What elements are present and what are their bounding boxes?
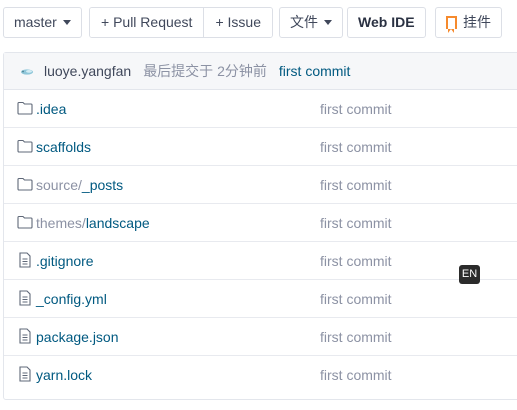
file-name-link[interactable]: package.json	[36, 329, 119, 345]
web-ide-button[interactable]: Web IDE	[347, 7, 426, 38]
file-row[interactable]: .gitignore first commit	[4, 242, 517, 280]
path-prefix: source/	[36, 177, 82, 193]
file-name-link[interactable]: _config.yml	[36, 291, 107, 307]
latest-commit-bar: luoye.yangfan 最后提交于 2分钟前 first commit	[4, 53, 517, 90]
file-name: package.json	[36, 329, 119, 345]
file-name-link[interactable]: yarn.lock	[36, 367, 92, 383]
pendant-label: 挂件	[463, 14, 491, 30]
folder-icon	[17, 139, 33, 156]
file-name: yarn.lock	[36, 367, 93, 383]
file-name: _config.yml	[36, 291, 107, 307]
chevron-down-icon	[324, 20, 332, 25]
file-row[interactable]: .idea first commit	[4, 90, 517, 128]
file-name: .idea	[36, 101, 67, 117]
file-row[interactable]: themes/landscape first commit	[4, 204, 517, 242]
pendant-button[interactable]: 挂件	[435, 7, 502, 38]
file-commit-message[interactable]: first commit	[320, 139, 392, 155]
commit-message-link[interactable]: first commit	[279, 63, 351, 79]
folder-icon	[17, 177, 33, 194]
file-name: .gitignore	[36, 253, 94, 269]
file-tree-table: luoye.yangfan 最后提交于 2分钟前 first commit .i…	[3, 52, 517, 400]
file-name: landscape	[85, 215, 150, 231]
create-button-group: + Pull Request + Issue	[89, 7, 273, 38]
file-row[interactable]: scaffolds first commit	[4, 128, 517, 166]
file-row[interactable]: yarn.lock first commit	[4, 356, 517, 394]
folder-icon	[17, 215, 33, 232]
commit-author[interactable]: luoye.yangfan	[44, 63, 131, 79]
file-commit-message[interactable]: first commit	[320, 101, 392, 117]
file-commit-message[interactable]: first commit	[320, 291, 392, 307]
repo-toolbar: master + Pull Request + Issue 文件 Web IDE…	[0, 0, 517, 45]
file-menu-label: 文件	[290, 14, 318, 30]
new-issue-button[interactable]: + Issue	[203, 8, 272, 37]
file-commit-message[interactable]: first commit	[320, 367, 392, 383]
file-name-link[interactable]: source/_posts	[36, 177, 123, 193]
file-name-link[interactable]: .gitignore	[36, 253, 94, 269]
file-icon	[18, 290, 32, 309]
file-name-link[interactable]: scaffolds	[36, 139, 91, 155]
file-name: _posts	[81, 177, 124, 193]
file-row[interactable]: package.json first commit	[4, 318, 517, 356]
file-name-link[interactable]: themes/landscape	[36, 215, 150, 231]
folder-icon	[17, 101, 33, 118]
file-name: scaffolds	[36, 139, 91, 155]
file-list: .idea first commit scaffolds first commit so…	[4, 90, 517, 394]
file-row[interactable]: source/_posts first commit	[4, 166, 517, 204]
ime-indicator: EN	[459, 265, 480, 284]
file-commit-message[interactable]: first commit	[320, 253, 392, 269]
bookmark-icon	[446, 16, 457, 33]
file-commit-message[interactable]: first commit	[320, 215, 392, 231]
chevron-down-icon	[62, 20, 71, 25]
avatar[interactable]	[18, 62, 36, 80]
branch-label: master	[14, 14, 57, 30]
branch-select[interactable]: master	[3, 7, 82, 38]
last-commit-time: 最后提交于 2分钟前	[143, 63, 267, 79]
file-row[interactable]: _config.yml first commit	[4, 280, 517, 318]
file-commit-message[interactable]: first commit	[320, 177, 392, 193]
new-pull-request-button[interactable]: + Pull Request	[90, 8, 204, 37]
file-icon	[18, 252, 32, 271]
file-commit-message[interactable]: first commit	[320, 329, 392, 345]
file-icon	[18, 328, 32, 347]
file-name-link[interactable]: .idea	[36, 101, 66, 117]
file-icon	[18, 366, 32, 385]
path-prefix: themes/	[36, 215, 86, 231]
file-menu-button[interactable]: 文件	[279, 7, 343, 38]
